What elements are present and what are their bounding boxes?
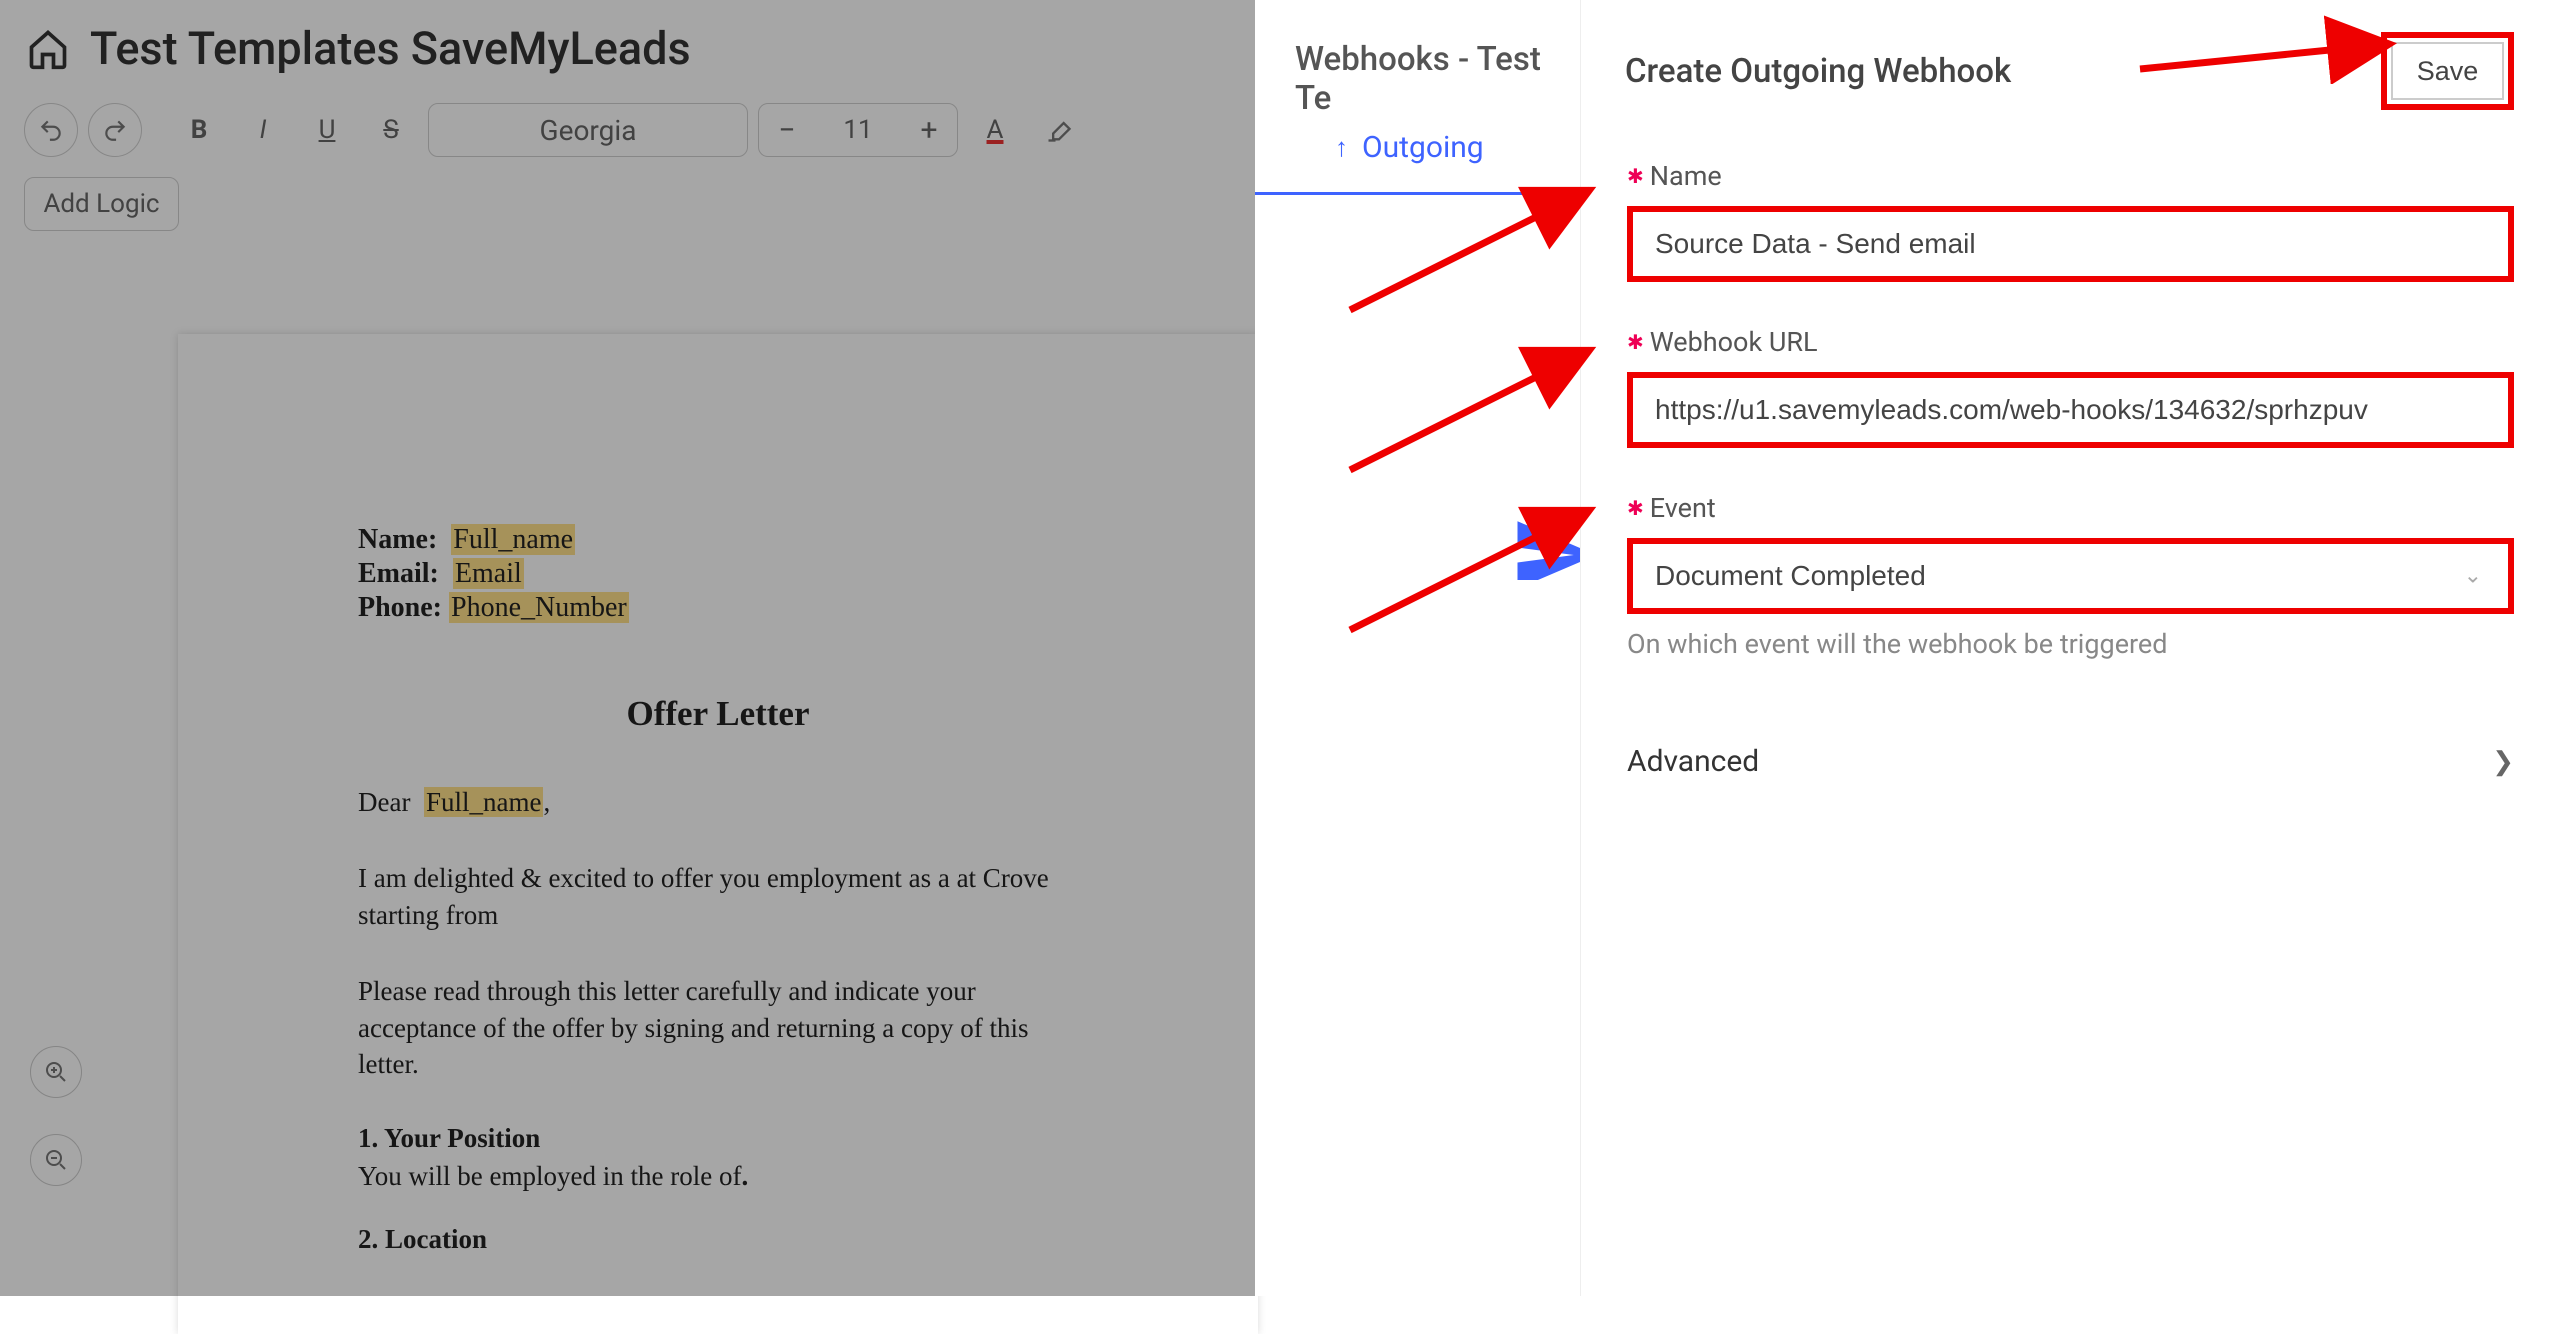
doc-field-name: Name: Full_name (358, 524, 1078, 556)
tab-outgoing-label: Outgoing (1362, 130, 1484, 165)
doc-title: Offer Letter (358, 694, 1078, 734)
tab-underline (1255, 192, 1580, 195)
required-icon: ✱ (1627, 496, 1644, 520)
create-webhook-panel: Create Outgoing Webhook Save ✱Name ✱Webh… (1580, 0, 2560, 1296)
annotation-event-highlight: ⌄ (1627, 538, 2514, 614)
variable-full-name-2[interactable]: Full_name (424, 787, 544, 817)
font-size-decrease[interactable]: − (759, 104, 815, 156)
chevron-right-icon: ❯ (2492, 747, 2514, 777)
annotation-url-highlight (1627, 372, 2514, 448)
page-title: Test Templates SaveMyLeads (90, 22, 691, 75)
highlight-color-button[interactable] (1032, 103, 1086, 157)
document-canvas[interactable]: Name: Full_name Email: Email Phone: Phon… (178, 334, 1258, 1334)
tab-outgoing[interactable]: ↑ Outgoing (1335, 130, 1484, 165)
required-icon: ✱ (1627, 330, 1644, 354)
font-size-stepper[interactable]: − 11 + (758, 103, 958, 157)
strikethrough-button[interactable]: S (364, 103, 418, 157)
event-hint: On which event will the webhook be trigg… (1627, 628, 2514, 660)
field-url-group: ✱Webhook URL (1581, 326, 2560, 448)
font-size-increase[interactable]: + (901, 104, 957, 156)
redo-button[interactable] (88, 103, 142, 157)
zoom-in-button[interactable] (30, 1046, 82, 1098)
field-name-group: ✱Name (1581, 160, 2560, 282)
doc-section-2-title: 2. Location (358, 1224, 1078, 1255)
font-family-select[interactable]: Georgia (428, 103, 748, 157)
webhooks-panel: Webhooks - Test Te ↑ Outgoing (1255, 0, 1580, 1296)
annotation-name-highlight (1627, 206, 2514, 282)
doc-section-1-title: 1. Your Position (358, 1123, 1078, 1154)
url-label: Webhook URL (1650, 326, 1818, 358)
paper-plane-icon (1510, 510, 1580, 580)
panel-title: Create Outgoing Webhook (1625, 52, 2011, 91)
add-logic-button[interactable]: Add Logic (24, 177, 179, 231)
underline-button[interactable]: U (300, 103, 354, 157)
home-icon[interactable] (26, 27, 70, 71)
variable-full-name[interactable]: Full_name (451, 524, 575, 555)
name-input[interactable] (1633, 212, 2508, 276)
event-label: Event (1650, 492, 1716, 524)
zoom-out-button[interactable] (30, 1134, 82, 1186)
italic-button[interactable]: I (236, 103, 290, 157)
arrow-up-icon: ↑ (1335, 132, 1348, 163)
url-input[interactable] (1633, 378, 2508, 442)
advanced-label: Advanced (1627, 744, 1759, 779)
undo-button[interactable] (24, 103, 78, 157)
zoom-controls (30, 1046, 82, 1186)
doc-para-1: I am delighted & excited to offer you em… (358, 860, 1078, 933)
doc-greeting: Dear Full_name, (358, 784, 1078, 820)
save-button[interactable]: Save (2391, 42, 2504, 100)
bold-button[interactable]: B (172, 103, 226, 157)
webhooks-panel-title: Webhooks - Test Te (1255, 0, 1580, 118)
event-select[interactable] (1633, 544, 2508, 608)
name-label: Name (1650, 160, 1722, 192)
doc-field-phone: Phone: Phone_Number (358, 592, 1078, 624)
variable-email[interactable]: Email (453, 558, 524, 589)
text-color-button[interactable]: A (968, 103, 1022, 157)
doc-section-1-body: You will be employed in the role of. (358, 1158, 1078, 1194)
advanced-toggle[interactable]: Advanced ❯ (1581, 704, 2560, 819)
doc-field-email: Email: Email (358, 558, 1078, 590)
variable-phone[interactable]: Phone_Number (449, 592, 629, 623)
font-size-value: 11 (815, 115, 901, 145)
doc-para-2: Please read through this letter carefull… (358, 973, 1078, 1082)
field-event-group: ✱Event ⌄ On which event will the webhook… (1581, 492, 2560, 660)
required-icon: ✱ (1627, 164, 1644, 188)
annotation-save-highlight: Save (2381, 32, 2514, 110)
